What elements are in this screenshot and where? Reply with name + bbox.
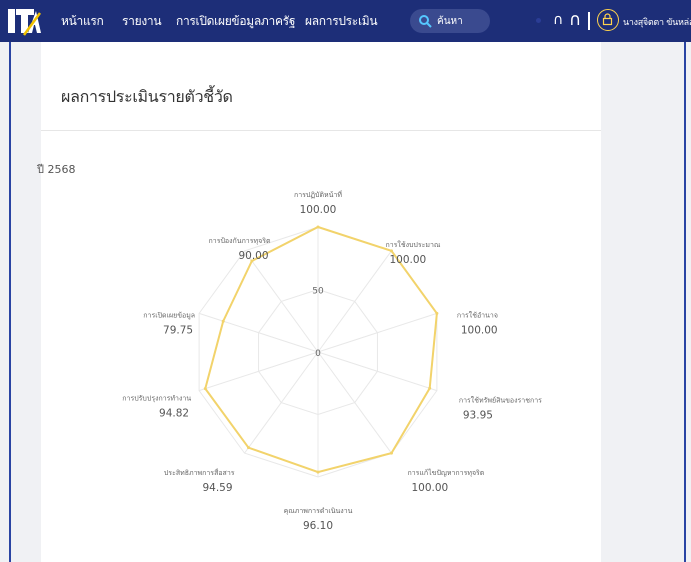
data-point — [428, 386, 432, 390]
data-point — [316, 225, 320, 229]
category-label: คุณภาพการดำเนินงาน — [284, 507, 353, 515]
value-label: 93.95 — [463, 410, 493, 422]
category-label: การป้องกันการทุจริต — [209, 237, 271, 245]
grid-spoke — [317, 351, 392, 454]
data-point — [203, 387, 207, 391]
value-label: 100.00 — [461, 324, 498, 336]
data-point — [389, 249, 393, 253]
value-label: 94.59 — [202, 482, 232, 494]
category-label: การใช้อำนาจ — [457, 310, 498, 319]
value-label: 79.75 — [163, 324, 193, 336]
tick-label: 50 — [312, 287, 324, 297]
value-label: 90.00 — [238, 250, 268, 262]
value-label: 94.82 — [159, 408, 189, 420]
tick-label: 0 — [315, 349, 321, 359]
data-point — [221, 319, 225, 323]
value-label: 100.00 — [389, 254, 426, 266]
value-label: 96.10 — [303, 520, 333, 532]
data-point — [389, 451, 393, 455]
data-point — [247, 446, 251, 450]
category-label: การแก้ไขปัญหาการทุจริต — [407, 468, 484, 477]
category-label: การเปิดเผยข้อมูล — [143, 311, 195, 319]
value-label: 100.00 — [300, 204, 337, 216]
category-label: การใช้ทรัพย์สินของราชการ — [459, 396, 542, 405]
grid-spoke — [317, 250, 392, 353]
data-point — [316, 470, 320, 474]
value-label: 100.00 — [411, 482, 448, 494]
category-label: การปรับปรุงการทำงาน — [122, 395, 191, 403]
category-label: การใช้งบประมาณ — [385, 240, 440, 249]
grid-spoke — [244, 351, 319, 454]
radar-chart: 0 50 การปฏิบัติหน้าที่ 100.00 การใช้งบประมาณ… — [122, 190, 542, 532]
category-label: ประสิทธิภาพการสื่อสาร — [164, 468, 235, 477]
grid-spoke — [244, 250, 319, 353]
data-point — [435, 311, 439, 315]
category-label: การปฏิบัติหน้าที่ — [294, 190, 342, 199]
